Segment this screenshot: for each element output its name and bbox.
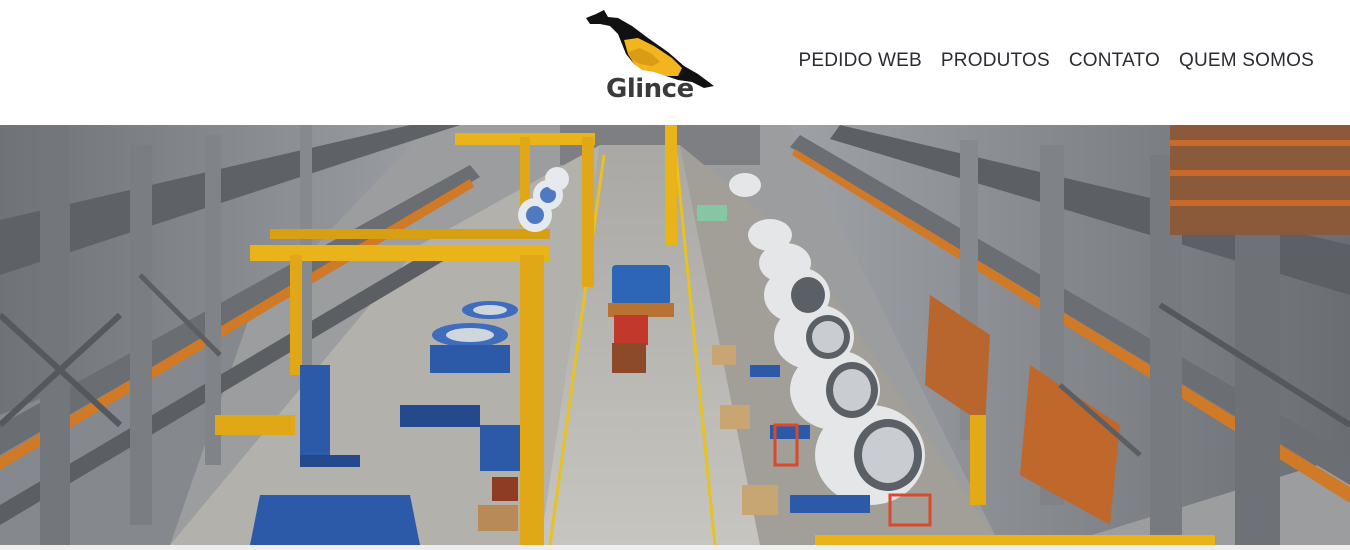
nav-item-quem-somos[interactable]: QUEM SOMOS (1179, 50, 1314, 72)
glince-logo[interactable]: Glince (582, 8, 718, 108)
factory-floor-image (0, 125, 1350, 545)
nav-item-produtos[interactable]: PRODUTOS (941, 50, 1050, 72)
nav-item-contato[interactable]: CONTATO (1069, 50, 1160, 72)
main-nav: PEDIDO WEB PRODUTOS CONTATO QUEM SOMOS (799, 50, 1314, 72)
site-header: Glince PEDIDO WEB PRODUTOS CONTATO QUEM … (0, 0, 1350, 125)
hero-banner (0, 125, 1350, 545)
bottom-divider (0, 545, 1350, 550)
nav-item-pedido-web[interactable]: PEDIDO WEB (799, 50, 922, 72)
logo-wordmark: Glince (606, 74, 694, 104)
